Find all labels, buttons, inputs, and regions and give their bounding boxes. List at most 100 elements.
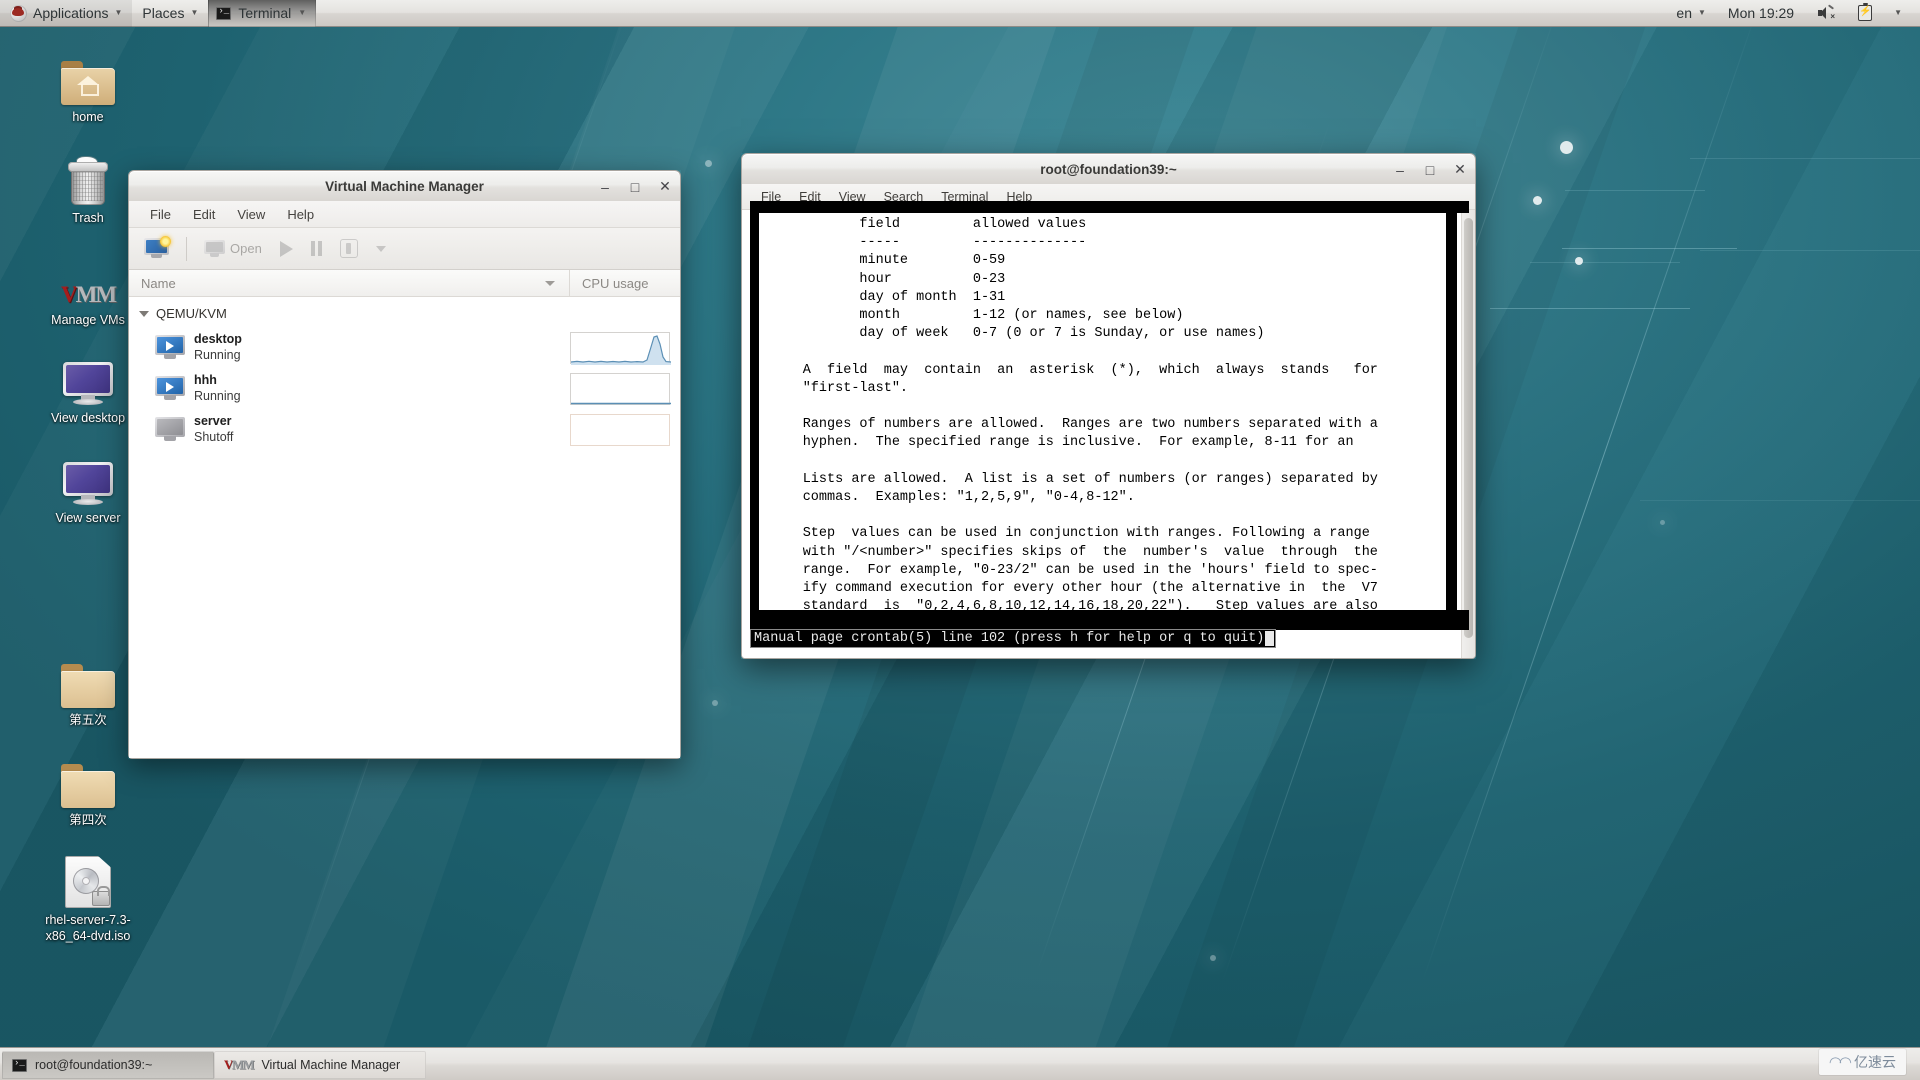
battery-button[interactable] bbox=[1848, 0, 1882, 27]
connection-group-qemu-kvm[interactable]: QEMU/KVM bbox=[129, 302, 680, 327]
table-row[interactable]: hhh Running bbox=[129, 368, 680, 409]
top-panel: Applications ▼ Places ▼ Terminal ▼ en ▼ … bbox=[0, 0, 1920, 27]
shutdown-vm-button[interactable] bbox=[333, 236, 365, 261]
minimize-button[interactable]: – bbox=[596, 178, 614, 196]
vmm-menubar: File Edit View Help bbox=[129, 201, 680, 228]
terminal-frame-overlay bbox=[750, 610, 1469, 630]
column-header-cpu[interactable]: CPU usage bbox=[570, 276, 680, 291]
cpu-usage-sparkline bbox=[570, 372, 671, 405]
keyboard-layout-label: en bbox=[1676, 5, 1692, 21]
open-vm-label: Open bbox=[230, 241, 262, 256]
taskbar-item-label: root@foundation39:~ bbox=[35, 1058, 153, 1072]
terminal-content-area[interactable]: field allowed values ----- -------------… bbox=[742, 210, 1475, 658]
cpu-usage-sparkline bbox=[570, 331, 672, 365]
vm-name: hhh bbox=[194, 372, 217, 387]
vmm-window-controls: – □ ✕ bbox=[596, 171, 674, 202]
battery-charging-icon bbox=[1858, 2, 1873, 21]
column-header-name[interactable]: Name bbox=[129, 270, 570, 296]
shutdown-options-button[interactable] bbox=[369, 243, 393, 255]
desktop-icon-rhel-iso[interactable]: rhel-server-7.3-x86_64-dvd.iso bbox=[29, 850, 147, 944]
new-vm-icon bbox=[144, 236, 171, 259]
vm-running-icon bbox=[155, 376, 185, 401]
minimize-button[interactable]: – bbox=[1391, 161, 1409, 179]
vm-info: server Shutoff bbox=[194, 414, 570, 445]
close-button[interactable]: ✕ bbox=[656, 178, 674, 196]
vm-state: Shutoff bbox=[194, 429, 234, 444]
open-vm-button[interactable]: Open bbox=[197, 237, 269, 261]
desktop-icon-folder-4[interactable]: 第四次 bbox=[29, 750, 147, 828]
terminal-window: root@foundation39:~ – □ ✕ File Edit View… bbox=[741, 153, 1476, 659]
keyboard-layout-indicator[interactable]: en ▼ bbox=[1666, 0, 1716, 27]
taskbar-item-virtual-machine-manager[interactable]: VMM Virtual Machine Manager bbox=[214, 1051, 426, 1079]
terminal-scrollbar[interactable] bbox=[1461, 210, 1475, 658]
toolbar-separator bbox=[186, 236, 187, 261]
taskbar-item-label: Virtual Machine Manager bbox=[261, 1058, 401, 1072]
cloud-icon: ◠◠ bbox=[1828, 1054, 1852, 1071]
desktop-icon-home[interactable]: home bbox=[29, 47, 147, 125]
play-icon bbox=[279, 240, 293, 257]
menu-view[interactable]: View bbox=[226, 203, 276, 226]
terminal-frame-overlay bbox=[750, 201, 759, 630]
terminal-status-line: Manual page crontab(5) line 102 (press h… bbox=[750, 629, 1277, 648]
clock-label: Mon 19:29 bbox=[1727, 5, 1795, 21]
table-row[interactable]: desktop Running bbox=[129, 327, 680, 368]
terminal-frame-overlay bbox=[1446, 201, 1457, 630]
chevron-down-icon bbox=[375, 245, 386, 252]
menu-help[interactable]: Help bbox=[276, 203, 325, 226]
terminal-window-controls: – □ ✕ bbox=[1391, 154, 1469, 185]
applications-menu[interactable]: Applications ▼ bbox=[0, 0, 133, 27]
terminal-icon bbox=[216, 6, 232, 20]
applications-menu-label: Applications bbox=[33, 5, 109, 21]
volume-button[interactable]: × bbox=[1806, 0, 1846, 27]
active-window-menu[interactable]: Terminal ▼ bbox=[208, 0, 317, 27]
system-tray: en ▼ Mon 19:29 × ▼ bbox=[1666, 0, 1920, 27]
table-row[interactable]: server Shutoff bbox=[129, 409, 680, 450]
iso-image-icon bbox=[29, 850, 147, 908]
clock[interactable]: Mon 19:29 bbox=[1718, 0, 1804, 27]
vm-state: Running bbox=[194, 388, 241, 403]
vm-name: server bbox=[194, 413, 232, 428]
chevron-down-icon: ▼ bbox=[190, 8, 199, 17]
vm-running-icon bbox=[155, 335, 185, 360]
desktop-icon-label: 第四次 bbox=[69, 813, 107, 827]
vm-state: Running bbox=[194, 347, 241, 362]
cpu-usage-sparkline bbox=[570, 413, 670, 446]
twisty-expanded-icon[interactable] bbox=[139, 310, 149, 317]
places-menu[interactable]: Places ▼ bbox=[132, 0, 208, 27]
home-folder-icon bbox=[29, 47, 147, 105]
connection-label: QEMU/KVM bbox=[156, 306, 227, 321]
maximize-button[interactable]: □ bbox=[1421, 161, 1439, 179]
terminal-window-title: root@foundation39:~ bbox=[1040, 161, 1177, 177]
pause-vm-button[interactable] bbox=[304, 238, 329, 259]
maximize-button[interactable]: □ bbox=[626, 178, 644, 196]
virtual-machine-manager-window: Virtual Machine Manager – □ ✕ File Edit … bbox=[128, 170, 681, 759]
taskbar-item-terminal[interactable]: root@foundation39:~ bbox=[2, 1051, 214, 1079]
chevron-down-icon: ▼ bbox=[1894, 8, 1902, 17]
column-header-name-label: Name bbox=[141, 275, 176, 291]
vmm-titlebar[interactable]: Virtual Machine Manager – □ ✕ bbox=[128, 170, 681, 201]
virt-manager-icon: VMM bbox=[224, 1057, 255, 1072]
close-button[interactable]: ✕ bbox=[1451, 161, 1469, 179]
system-menu-button[interactable]: ▼ bbox=[1884, 0, 1912, 27]
redhat-logo-icon bbox=[10, 4, 27, 22]
vm-info: desktop Running bbox=[194, 332, 570, 363]
active-window-label: Terminal bbox=[238, 5, 292, 21]
menu-edit[interactable]: Edit bbox=[182, 203, 226, 226]
desktop-icon-label: rhel-server-7.3-x86_64-dvd.iso bbox=[45, 913, 131, 943]
vm-info: hhh Running bbox=[194, 373, 570, 404]
watermark: ◠◠ 亿速云 bbox=[1818, 1049, 1906, 1075]
desktop-icon-label: home bbox=[72, 110, 104, 124]
power-icon bbox=[339, 239, 358, 258]
new-vm-button[interactable] bbox=[137, 235, 176, 262]
terminal-frame-overlay bbox=[750, 201, 1469, 213]
vmm-column-headers: Name CPU usage bbox=[129, 270, 680, 297]
watermark-text: 亿速云 bbox=[1854, 1054, 1896, 1070]
menu-file[interactable]: File bbox=[139, 203, 182, 226]
places-menu-label: Places bbox=[142, 5, 185, 21]
vm-list[interactable]: QEMU/KVM desktop Running hhh Running ser… bbox=[129, 297, 680, 758]
terminal-titlebar[interactable]: root@foundation39:~ – □ ✕ bbox=[741, 153, 1476, 184]
bottom-panel: root@foundation39:~ VMM Virtual Machine … bbox=[0, 1047, 1920, 1080]
scrollbar-thumb[interactable] bbox=[1464, 218, 1473, 638]
terminal-text[interactable]: field allowed values ----- -------------… bbox=[742, 210, 1461, 658]
run-vm-button[interactable] bbox=[273, 238, 300, 260]
